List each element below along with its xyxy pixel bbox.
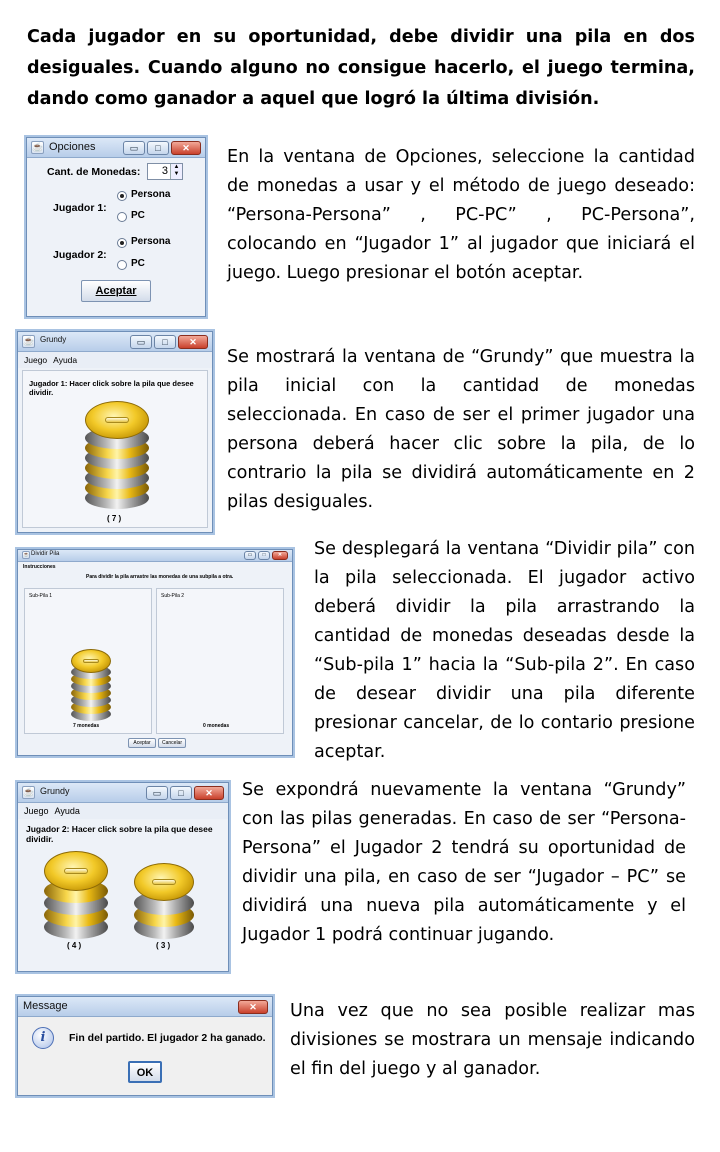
coin-slot-icon: [104, 417, 130, 423]
grundy2-title: Grundy: [40, 786, 70, 796]
maximize-button[interactable]: □: [170, 786, 192, 800]
intro-text: Cada jugador en su oportunidad, debe div…: [27, 27, 695, 109]
options-window: ☕ Opciones ▭ □ ✕ Cant. de Monedas: 3 ▲ ▼ Ju…: [26, 137, 206, 317]
maximize-button[interactable]: □: [258, 551, 270, 560]
subpile-2-count: 0 monedas: [203, 723, 230, 729]
minimize-button[interactable]: ▭: [146, 786, 168, 800]
info-icon: i: [32, 1027, 54, 1049]
minimize-button[interactable]: ▭: [130, 335, 152, 349]
subpile-1-label: Sub-Pila 1: [29, 593, 53, 599]
divide-instruction: Para dividir la pila arrastre las moneda…: [86, 574, 234, 580]
java-cup-icon: ☕: [22, 786, 35, 799]
menu-juego[interactable]: Juego: [24, 806, 49, 816]
paragraph-2: Se mostrará la ventana de “Grundy” que m…: [227, 347, 695, 512]
grundy1-titlebar: ☕ Grundy ▭ □ ✕: [18, 332, 212, 352]
divide-titlebar: ☕ Dividir Pila ▭ □ ✕: [18, 550, 292, 562]
grundy-window-1: ☕ Grundy ▭ □ ✕ Juego Ayuda Jugador 1: Hacer…: [17, 331, 213, 533]
player2-person-label: Persona: [131, 236, 171, 247]
close-button[interactable]: ✕: [272, 551, 288, 560]
divide-window: ☕ Dividir Pila ▭ □ ✕ Instrucciones Para di…: [17, 549, 293, 756]
grundy-window-2: ☕ Grundy ▭ □ ✕ Juego Ayuda Jugador 2: Hacer…: [17, 782, 229, 972]
divide-title: Dividir Pila: [31, 551, 60, 557]
pile-4-count: ( 4 ): [67, 941, 82, 950]
pile-count: ( 7 ): [107, 514, 122, 523]
grundy1-board[interactable]: Jugador 1: Hacer click sobre la pila que…: [22, 370, 208, 528]
player1-pc-radio[interactable]: [117, 212, 127, 222]
coins-spinner[interactable]: 3 ▲ ▼: [147, 163, 183, 180]
java-cup-icon: ☕: [31, 141, 44, 154]
coin-slot-icon: [63, 867, 89, 875]
close-button[interactable]: ✕: [194, 786, 224, 800]
spinner-arrows-icon[interactable]: ▲ ▼: [170, 164, 182, 179]
subpile-1-count: 7 monedas: [73, 723, 100, 729]
player2-pc-radio[interactable]: [117, 260, 127, 270]
player2-label: Jugador 2:: [53, 249, 107, 261]
subpile-1[interactable]: Sub-Pila 1 7 monedas: [24, 588, 152, 734]
player2-pc-label: PC: [131, 258, 145, 269]
close-button[interactable]: ✕: [171, 141, 201, 155]
close-button[interactable]: ✕: [178, 335, 208, 349]
minimize-button[interactable]: ▭: [123, 141, 145, 155]
message-window: Message ✕ i Fin del partido. El jugador …: [17, 996, 273, 1096]
coins-label: Cant. de Monedas:: [47, 166, 141, 178]
paragraph-5: Una vez que no sea posible realizar mas …: [290, 1001, 695, 1079]
paragraph-1: En la ventana de Opciones, seleccione la…: [227, 147, 695, 283]
paragraph-3: Se desplegará la ventana “Dividir pila” …: [314, 539, 695, 762]
close-button[interactable]: ✕: [238, 1000, 268, 1014]
options-title: Opciones: [49, 141, 96, 153]
subpile-2-label: Sub-Pila 2: [161, 593, 185, 599]
maximize-button[interactable]: □: [154, 335, 176, 349]
coin-pile-7[interactable]: [85, 391, 149, 509]
player1-label: Jugador 1:: [53, 202, 107, 214]
coin-slot-icon: [152, 879, 176, 885]
message-titlebar: Message ✕: [18, 997, 272, 1017]
paragraph-4: Se expondrá nuevamente la ventana “Grund…: [242, 780, 686, 945]
grundy2-menubar: Juego Ayuda: [18, 803, 228, 819]
menu-juego[interactable]: Juego: [24, 355, 47, 365]
java-cup-icon: ☕: [22, 551, 30, 559]
coins-value[interactable]: 3: [162, 165, 168, 177]
divide-cancel-button[interactable]: Cancelar: [158, 738, 186, 748]
player2-person-radio[interactable]: [117, 238, 127, 248]
player1-person-label: Persona: [131, 189, 171, 200]
grundy2-titlebar: ☕ Grundy ▭ □ ✕: [18, 783, 228, 803]
coin-pile-7[interactable]: [71, 645, 111, 721]
java-cup-icon: ☕: [22, 335, 35, 348]
coin-slot-icon: [83, 659, 99, 663]
coin-pile-4[interactable]: [44, 845, 108, 939]
message-title: Message: [23, 1000, 68, 1012]
divide-accept-button[interactable]: Aceptar: [128, 738, 156, 748]
player1-person-radio[interactable]: [117, 191, 127, 201]
divide-section: Instrucciones: [23, 564, 56, 570]
grundy2-board[interactable]: Jugador 2: Hacer click sobre la pila que…: [20, 819, 226, 969]
minimize-button[interactable]: ▭: [244, 551, 256, 560]
grundy1-menubar: Juego Ayuda: [18, 352, 212, 368]
menu-ayuda[interactable]: Ayuda: [53, 355, 77, 365]
message-text: Fin del partido. El jugador 2 ha ganado.: [69, 1032, 266, 1044]
menu-ayuda[interactable]: Ayuda: [55, 806, 80, 816]
maximize-button[interactable]: □: [147, 141, 169, 155]
options-titlebar: ☕ Opciones ▭ □ ✕: [27, 138, 205, 158]
player1-pc-label: PC: [131, 210, 145, 221]
grundy1-title: Grundy: [40, 335, 67, 344]
accept-button[interactable]: Aceptar: [81, 280, 151, 302]
subpile-2[interactable]: Sub-Pila 2 0 monedas: [156, 588, 284, 734]
pile-3-count: ( 3 ): [156, 941, 171, 950]
coin-pile-3[interactable]: [134, 857, 194, 939]
grundy2-instruction: Jugador 2: Hacer click sobre la pila que…: [26, 824, 213, 844]
ok-button[interactable]: OK: [128, 1061, 162, 1083]
